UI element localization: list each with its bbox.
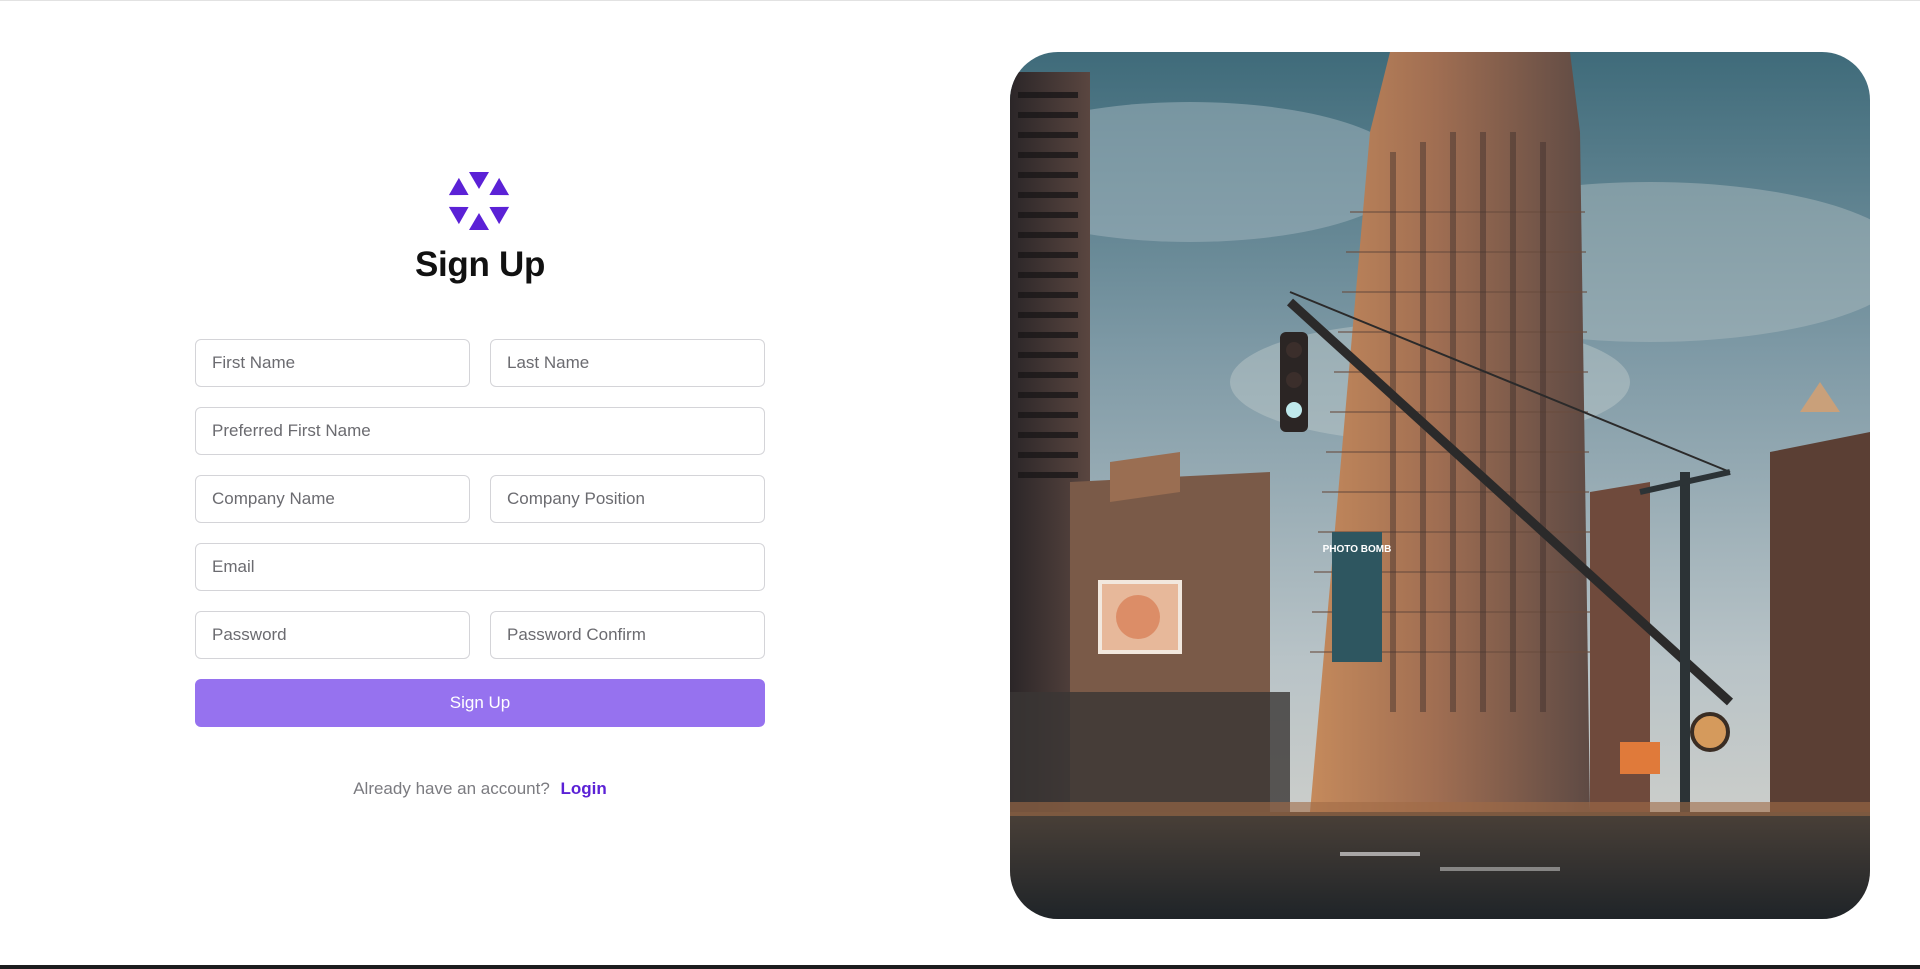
preferred-first-name-field[interactable] [195, 407, 765, 455]
last-name-field[interactable] [490, 339, 765, 387]
login-link[interactable]: Login [561, 779, 607, 798]
page-title: Sign Up [414, 245, 546, 284]
signup-form-panel: Sign Up Sign Up Already have an account?… [195, 1, 765, 969]
sign-up-button[interactable]: Sign Up [195, 679, 765, 727]
email-field[interactable] [195, 543, 765, 591]
login-prompt-text: Already have an account? [353, 779, 550, 798]
window-bottom-edge [0, 965, 1920, 969]
login-prompt-row: Already have an account? Login [195, 779, 765, 799]
password-confirm-field[interactable] [490, 611, 765, 659]
billboard-text: PHOTO BOMB [1323, 544, 1392, 555]
signup-page: Sign Up Sign Up Already have an account?… [0, 0, 1920, 969]
company-position-field[interactable] [490, 475, 765, 523]
password-field[interactable] [195, 611, 470, 659]
city-street-photo: PHOTO BOMB [1010, 52, 1870, 919]
hexagon-triangles-logo-icon [448, 172, 510, 230]
first-name-field[interactable] [195, 339, 470, 387]
company-name-field[interactable] [195, 475, 470, 523]
